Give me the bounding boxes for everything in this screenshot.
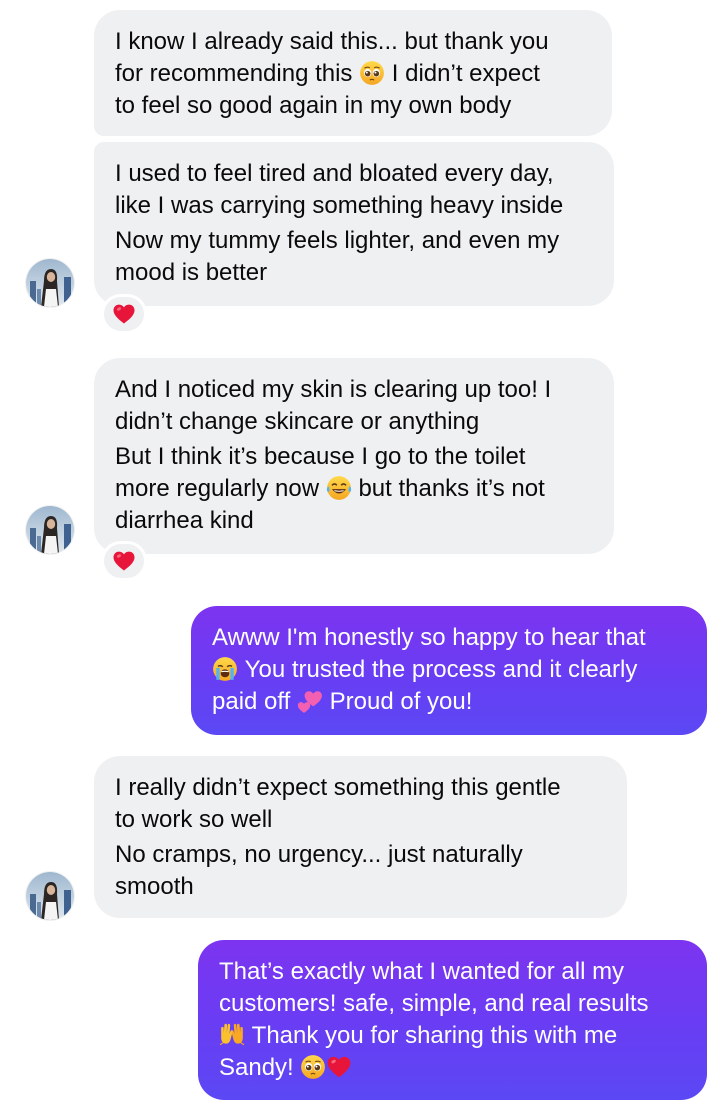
message-line-with-emoji: Sandy! bbox=[219, 1052, 687, 1084]
face-with-tears-of-joy-icon bbox=[326, 475, 352, 501]
two-hearts-icon bbox=[297, 688, 323, 714]
red-heart-icon bbox=[112, 302, 136, 326]
message-line: Sandy! bbox=[219, 1054, 294, 1081]
message-line: diarrhea kind bbox=[115, 507, 254, 534]
message-line: paid off bbox=[212, 688, 291, 715]
message-line: like I was carrying something heavy insi… bbox=[115, 192, 564, 219]
contact-avatar[interactable] bbox=[26, 872, 74, 920]
message-line-with-emoji: You trusted the process and it clearly bbox=[212, 654, 687, 686]
message-line: No cramps, no urgency... just naturally bbox=[115, 841, 523, 868]
avatar-image bbox=[26, 872, 74, 920]
message-line: I used to feel tired and bloated every d… bbox=[115, 160, 554, 187]
message-line: Thank you for sharing this with me bbox=[251, 1022, 618, 1049]
message-line: for recommending this bbox=[115, 60, 353, 87]
message-line: to feel so good again in my own body bbox=[115, 92, 512, 119]
message-line: more regularly now bbox=[115, 475, 320, 502]
message-line-with-emoji: more regularly now but thanks it’s not bbox=[115, 473, 594, 505]
pleading-face-icon bbox=[359, 60, 385, 86]
message-line: I know I already said this... but thank … bbox=[115, 28, 549, 55]
message-line: Awww I'm honestly so happy to hear that bbox=[212, 624, 646, 651]
message-line: customers! safe, simple, and real result… bbox=[219, 990, 649, 1017]
red-heart-icon bbox=[326, 1054, 352, 1080]
message-bubble-4[interactable]: Awww I'm honestly so happy to hear that … bbox=[191, 606, 707, 735]
message-line: But I think it’s because I go to the toi… bbox=[115, 443, 526, 470]
message-line-with-emoji: Thank you for sharing this with me bbox=[219, 1020, 687, 1052]
pleading-face-icon bbox=[300, 1054, 326, 1080]
message-bubble-3[interactable]: And I noticed my skin is clearing up too… bbox=[94, 358, 614, 554]
reaction-badge[interactable] bbox=[101, 541, 147, 581]
loudly-crying-face-icon bbox=[212, 656, 238, 682]
message-line-with-emoji: paid off Proud of you! bbox=[212, 686, 687, 718]
message-line: but thanks it’s not bbox=[358, 475, 545, 502]
message-bubble-2[interactable]: I used to feel tired and bloated every d… bbox=[94, 142, 614, 306]
message-bubble-1[interactable]: I know I already said this... but thank … bbox=[94, 10, 612, 136]
message-line: You trusted the process and it clearly bbox=[244, 656, 638, 683]
red-heart-icon bbox=[112, 549, 136, 573]
avatar-image bbox=[26, 506, 74, 554]
message-line: Proud of you! bbox=[329, 688, 473, 715]
contact-avatar[interactable] bbox=[26, 259, 74, 307]
message-line-with-emoji: for recommending this I didn’t expect bbox=[115, 58, 592, 90]
message-line: to work so well bbox=[115, 806, 273, 833]
message-line: mood is better bbox=[115, 259, 268, 286]
avatar-image bbox=[26, 259, 74, 307]
message-line: I really didn’t expect something this ge… bbox=[115, 774, 561, 801]
message-line: I didn’t expect bbox=[391, 60, 540, 87]
message-line: didn’t change skincare or anything bbox=[115, 408, 480, 435]
message-line: Now my tummy feels lighter, and even my bbox=[115, 227, 560, 254]
message-bubble-6[interactable]: That’s exactly what I wanted for all my … bbox=[198, 940, 707, 1100]
raising-hands-icon bbox=[219, 1022, 245, 1048]
message-line: And I noticed my skin is clearing up too… bbox=[115, 376, 552, 403]
reaction-badge[interactable] bbox=[101, 294, 147, 334]
message-bubble-5[interactable]: I really didn’t expect something this ge… bbox=[94, 756, 627, 918]
message-line: smooth bbox=[115, 873, 194, 900]
contact-avatar[interactable] bbox=[26, 506, 74, 554]
message-line: That’s exactly what I wanted for all my bbox=[219, 958, 625, 985]
